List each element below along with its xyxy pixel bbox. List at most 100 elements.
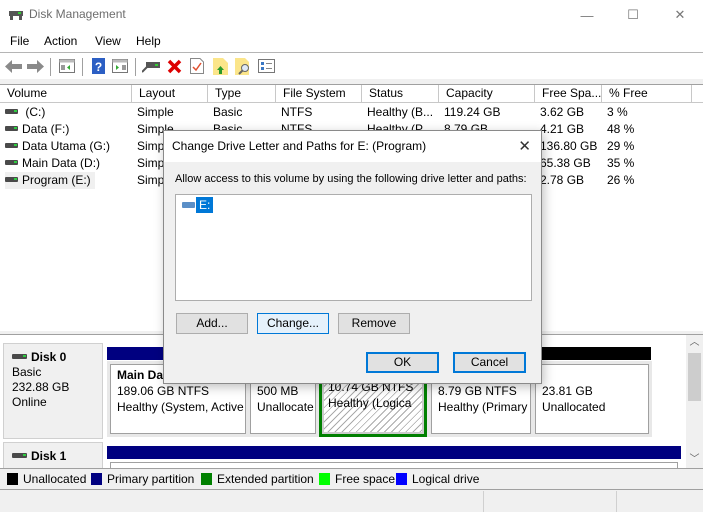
- disk-management-window: Disk Management — ☐ ✕ File Action View H…: [0, 0, 703, 512]
- type-cell: Basic: [213, 105, 243, 119]
- minimize-button[interactable]: —: [564, 0, 610, 30]
- graphical-view-scrollbar[interactable]: ︿ ﹀: [686, 335, 703, 468]
- scroll-up-icon[interactable]: ︿: [686, 335, 703, 351]
- forward-button[interactable]: [26, 57, 44, 75]
- close-button[interactable]: ✕: [657, 0, 703, 30]
- legend-swatch-logical: [396, 473, 407, 485]
- maximize-icon: ☐: [627, 7, 639, 22]
- legend-swatch-free-space: [319, 473, 330, 485]
- menu-file[interactable]: File: [10, 34, 29, 48]
- show-action-pane-button[interactable]: [111, 57, 129, 75]
- disk-icon: [12, 453, 27, 458]
- toolbar-separator: [82, 58, 83, 76]
- volume-icon: [5, 126, 18, 132]
- partition-status: Healthy (System, Active: [117, 400, 244, 414]
- capacity-cell: 119.24 GB: [444, 105, 501, 119]
- checklist-button[interactable]: [257, 57, 275, 75]
- volume-name-cell: Data Utama (G:): [5, 138, 130, 155]
- disk-0-info[interactable]: Disk 0 Basic 232.88 GB Online: [3, 343, 103, 439]
- partition-size: 8.79 GB NTFS: [438, 384, 517, 398]
- percent-free-cell: 48 %: [607, 122, 635, 136]
- explore-icon: [235, 57, 249, 75]
- cancel-button[interactable]: Cancel: [453, 352, 526, 373]
- window-title: Disk Management: [29, 7, 126, 21]
- menu-help[interactable]: Help: [136, 34, 161, 48]
- open-button[interactable]: [211, 57, 229, 75]
- delete-button[interactable]: [165, 57, 183, 75]
- maximize-button[interactable]: ☐: [610, 0, 656, 30]
- partition-unallocated-23gb[interactable]: 23.81 GB Unallocated: [535, 364, 649, 434]
- status-bar-divider: [483, 491, 484, 512]
- legend-label-unallocated: Unallocated: [23, 472, 87, 486]
- percent-free-cell: 3 %: [607, 105, 628, 119]
- scroll-down-icon[interactable]: ﹀: [686, 452, 703, 468]
- partition-status: Unallocated: [542, 400, 606, 414]
- remove-button[interactable]: Remove: [338, 313, 410, 334]
- forward-icon: [26, 59, 44, 73]
- partition-bar-primary: [107, 446, 681, 459]
- column-header-free-space[interactable]: Free Spa...: [535, 85, 602, 103]
- drive-path-item[interactable]: E:: [182, 197, 214, 213]
- legend-swatch-unallocated: [7, 473, 18, 485]
- add-button[interactable]: Add...: [176, 313, 248, 334]
- volume-name-cell: Program (E:): [5, 172, 95, 189]
- back-button[interactable]: [4, 57, 22, 75]
- percent-free-cell: 35 %: [607, 156, 635, 170]
- status-bar: [0, 491, 703, 512]
- volume-icon: [5, 160, 18, 166]
- close-icon: ✕: [674, 7, 686, 22]
- disk-name: Disk 1: [31, 449, 67, 463]
- partition-size: 23.81 GB: [542, 384, 593, 398]
- dialog-title: Change Drive Letter and Paths for E: (Pr…: [172, 139, 427, 153]
- help-button[interactable]: ?: [89, 57, 107, 75]
- disk-size: 232.88 GB: [12, 380, 70, 394]
- ok-button[interactable]: OK: [366, 352, 439, 373]
- connect-drive-button[interactable]: [142, 57, 160, 75]
- menu-action[interactable]: Action: [44, 34, 77, 48]
- properties-button[interactable]: [188, 57, 206, 75]
- change-drive-letter-dialog: Change Drive Letter and Paths for E: (Pr…: [163, 130, 542, 384]
- partition-status: Healthy (Logica: [328, 396, 412, 410]
- toolbar-separator: [50, 58, 51, 76]
- change-button[interactable]: Change...: [257, 313, 329, 334]
- legend-label-primary: Primary partition: [107, 472, 195, 486]
- column-header-status[interactable]: Status: [362, 85, 439, 103]
- column-header-filler: [692, 85, 703, 103]
- column-header-capacity[interactable]: Capacity: [439, 85, 535, 103]
- menu-view[interactable]: View: [95, 34, 121, 48]
- legend-label-extended: Extended partition: [217, 472, 314, 486]
- disk-name: Disk 0: [31, 350, 67, 364]
- delete-icon: [167, 59, 181, 73]
- table-row[interactable]: (C:) Simple Basic NTFS Healthy (B... 119…: [0, 104, 703, 121]
- free-space-cell: 65.38 GB: [540, 156, 591, 170]
- column-header-file-system[interactable]: File System: [276, 85, 362, 103]
- legend-swatch-primary: [91, 473, 102, 485]
- column-header-percent-free[interactable]: % Free: [602, 85, 692, 103]
- show-hide-console-tree-button[interactable]: [58, 57, 76, 75]
- properties-icon: [190, 58, 204, 74]
- column-header-type[interactable]: Type: [208, 85, 276, 103]
- free-space-cell: 2.78 GB: [540, 173, 585, 187]
- volume-icon: [5, 177, 18, 183]
- back-icon: [4, 59, 22, 73]
- dialog-close-icon[interactable]: ✕: [518, 137, 531, 155]
- explore-button[interactable]: [234, 57, 252, 75]
- drive-paths-list[interactable]: E:: [175, 194, 532, 301]
- volume-name-cell: Main Data (D:): [5, 155, 130, 172]
- partition-status: Unallocate: [257, 400, 314, 414]
- column-header-layout[interactable]: Layout: [132, 85, 208, 103]
- volume-name-cell: (C:): [5, 104, 130, 121]
- legend-swatch-extended: [201, 473, 212, 485]
- status-bar-divider: [616, 491, 617, 512]
- menu-bar: File Action View Help: [0, 30, 703, 52]
- partition-bar-unallocated: [536, 347, 651, 360]
- disk-management-app-icon: [9, 11, 23, 20]
- show-action-pane-icon: [112, 59, 128, 73]
- dialog-title-bar: Change Drive Letter and Paths for E: (Pr…: [164, 131, 541, 162]
- partition-size: 189.06 GB NTFS: [117, 384, 210, 398]
- column-header-volume[interactable]: Volume: [0, 85, 132, 103]
- free-space-cell: 4.21 GB: [540, 122, 585, 136]
- legend-label-free-space: Free space: [335, 472, 396, 486]
- drive-icon: [182, 202, 195, 208]
- scrollbar-thumb[interactable]: [688, 353, 701, 401]
